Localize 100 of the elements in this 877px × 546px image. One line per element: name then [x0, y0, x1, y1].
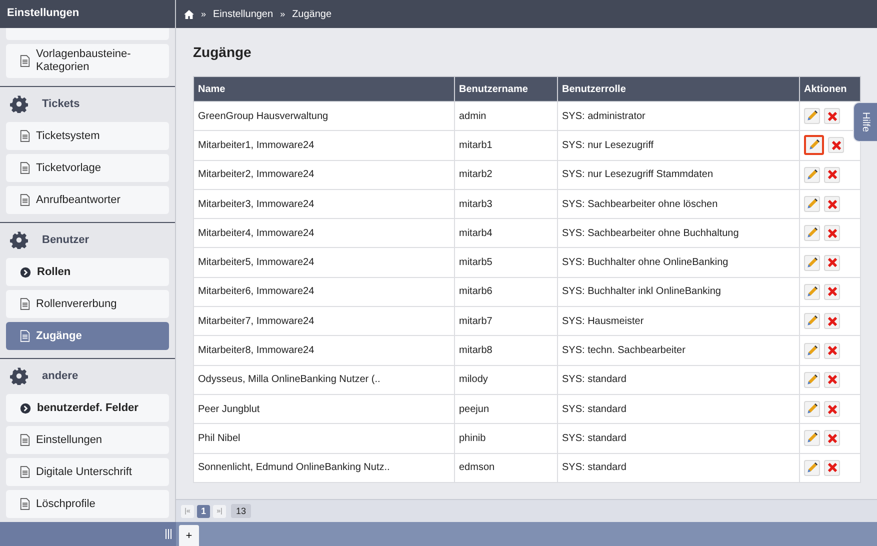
delete-button[interactable]: [824, 166, 840, 183]
resize-handle-icon[interactable]: [165, 529, 172, 539]
sidebar-item[interactable]: Anrufbeantworter: [6, 186, 169, 214]
sidebar-item[interactable]: Löschprofile: [6, 490, 169, 518]
table-cell: Mitarbeiter6, Immoware24: [194, 277, 454, 307]
section-header[interactable]: Tickets: [0, 89, 175, 119]
delete-button[interactable]: [828, 137, 844, 154]
add-tab-button[interactable]: +: [179, 525, 199, 546]
table-cell: Mitarbeiter1, Immoware24: [194, 130, 454, 160]
table-cell: mitarb8: [454, 336, 558, 366]
close-icon: [826, 404, 838, 415]
delete-button[interactable]: [824, 430, 840, 446]
sidebar-title: Einstellungen: [0, 0, 175, 28]
sidebar-item[interactable]: Ticketsystem: [6, 122, 169, 150]
column-header[interactable]: Benutzerrolle: [558, 76, 800, 102]
sidebar-item[interactable]: Vorlagenbausteine-Kategorien: [6, 44, 169, 78]
pencil-icon: [808, 139, 820, 152]
breadcrumb-link[interactable]: Zugänge: [292, 8, 332, 20]
close-icon: [826, 316, 838, 327]
arrow-circle-icon: [20, 266, 31, 278]
close-icon: [826, 462, 838, 474]
column-header[interactable]: Aktionen: [800, 76, 860, 102]
page-button[interactable]: 1: [197, 504, 210, 518]
close-icon: [826, 257, 838, 268]
pencil-icon: [806, 315, 818, 328]
pencil-icon: [806, 286, 818, 298]
table-cell: milody: [454, 365, 558, 394]
table-cell: peejun: [454, 394, 558, 424]
pencil-icon: [806, 462, 818, 474]
document-icon: [20, 194, 30, 206]
pencil-icon: [806, 198, 818, 210]
pencil-icon: [806, 110, 818, 122]
page-title: Zugänge: [193, 43, 252, 60]
delete-button[interactable]: [824, 254, 840, 271]
pencil-icon: [806, 227, 818, 240]
pencil-icon: [806, 403, 818, 416]
column-header[interactable]: Name: [194, 76, 454, 102]
section-header[interactable]: andere: [0, 361, 175, 391]
table-cell: SYS: standard: [558, 424, 800, 454]
close-icon: [826, 228, 838, 239]
document-icon: [20, 330, 30, 342]
table-cell: Mitarbeiter4, Immoware24: [194, 218, 454, 248]
pencil-icon: [806, 374, 818, 386]
breadcrumb-link[interactable]: Einstellungen: [213, 8, 274, 20]
home-icon[interactable]: [184, 10, 194, 18]
gear-icon: [10, 231, 28, 249]
table-cell: SYS: Buchhalter ohne OnlineBanking: [558, 248, 800, 278]
table-cell: mitarb5: [454, 248, 558, 278]
table-cell: SYS: nur Lesezugriff: [558, 130, 800, 160]
sidebar-item[interactable]: Digitale Unterschrift: [6, 458, 169, 486]
document-icon: [20, 130, 30, 142]
help-tab[interactable]: Hilfe: [853, 102, 877, 142]
delete-button[interactable]: [824, 225, 840, 242]
delete-button[interactable]: [824, 342, 840, 359]
close-icon: [830, 140, 842, 151]
document-icon: [20, 55, 30, 67]
table-cell: SYS: techn. Sachbearbeiter: [558, 336, 800, 366]
document-icon: [20, 466, 30, 478]
sidebar-item[interactable]: benutzerdef. Felder: [6, 394, 169, 422]
table-cell: Phil Nibel: [194, 424, 454, 454]
edit-button[interactable]: [804, 135, 824, 156]
column-header[interactable]: Benutzername: [454, 76, 558, 102]
close-icon: [826, 374, 838, 386]
document-icon: [20, 162, 30, 174]
table-cell: SYS: Sachbearbeiter ohne löschen: [558, 189, 800, 219]
close-icon: [826, 110, 838, 122]
table-cell: SYS: Sachbearbeiter ohne Buchhaltung: [558, 218, 800, 248]
table-cell: phinib: [454, 424, 558, 454]
pencil-icon: [806, 432, 818, 444]
table-cell: SYS: standard: [558, 394, 800, 424]
sidebar-item[interactable]: Ticketvorlage: [6, 154, 169, 182]
delete-button[interactable]: [824, 313, 840, 330]
breadcrumb-separator: »: [280, 9, 286, 19]
gear-icon: [10, 95, 28, 113]
sidebar-item[interactable]: Rollenvererbung: [6, 290, 169, 318]
close-icon: [826, 286, 838, 298]
delete-button[interactable]: [824, 401, 840, 418]
table-cell: mitarb2: [454, 160, 558, 190]
table-cell: SYS: Buchhalter inkl OnlineBanking: [558, 277, 800, 307]
table-cell: SYS: Hausmeister: [558, 306, 800, 336]
pencil-icon: [806, 344, 818, 357]
table-cell: SYS: standard: [558, 365, 800, 394]
table-cell: Peer Jungblut: [194, 394, 454, 424]
table-cell: Mitarbeiter5, Immoware24: [194, 248, 454, 278]
delete-button[interactable]: [824, 460, 840, 476]
table-cell: mitarb3: [454, 189, 558, 219]
delete-button[interactable]: [824, 372, 840, 388]
section-header[interactable]: Benutzer: [0, 225, 175, 255]
delete-button[interactable]: [824, 108, 840, 124]
table-cell: SYS: nur Lesezugriff Stammdaten: [558, 160, 800, 190]
sidebar-item[interactable]: Rollen: [6, 258, 169, 286]
sidebar-item[interactable]: Zugänge: [6, 322, 169, 350]
document-icon: [20, 434, 30, 446]
delete-button[interactable]: [824, 196, 840, 212]
sidebar-item[interactable]: Einstellungen: [6, 426, 169, 454]
table-cell: SYS: standard: [558, 453, 800, 482]
table-cell: Mitarbeiter2, Immoware24: [194, 160, 454, 190]
table-cell: Mitarbeiter7, Immoware24: [194, 306, 454, 336]
delete-button[interactable]: [824, 284, 840, 300]
document-icon: [20, 298, 30, 310]
